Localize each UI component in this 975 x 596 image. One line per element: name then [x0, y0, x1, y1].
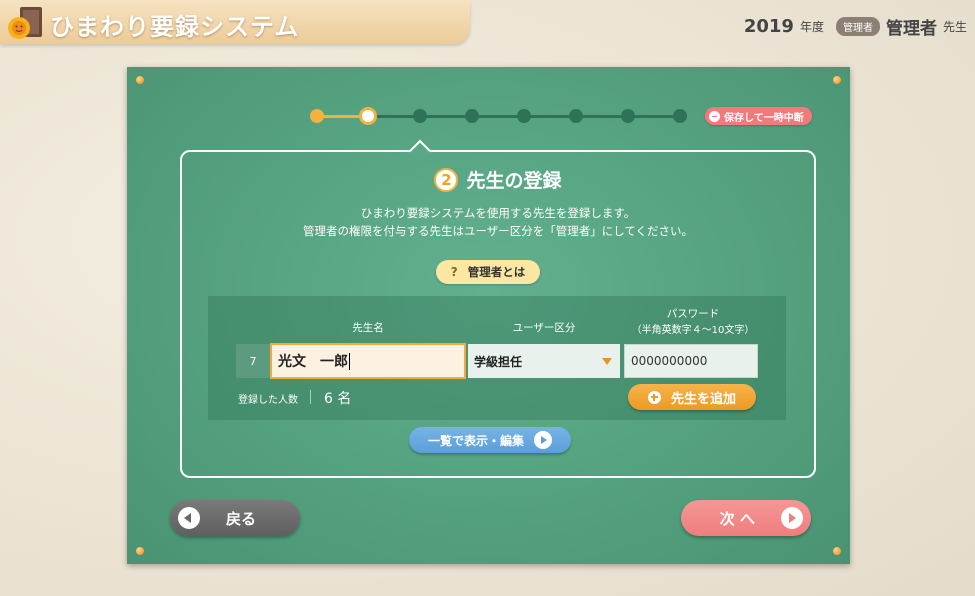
save-and-pause-button[interactable]: 保存して一時中断 — [705, 107, 812, 125]
add-teacher-label: 先生を追加 — [670, 391, 736, 407]
password-input[interactable]: 0000000000 — [624, 344, 758, 378]
step-title-text: 先生の登録 — [466, 170, 562, 192]
user-type-value: 学級担任 — [474, 354, 523, 369]
next-label: 次 へ — [719, 509, 755, 528]
password-value: 0000000000 — [631, 354, 708, 368]
col-label-user-type: ユーザー区分 — [512, 322, 576, 334]
role-badge: 管理者 — [835, 17, 880, 36]
step-title: 2 先生の登録 — [182, 166, 814, 193]
user-suffix: 先生 — [942, 20, 967, 34]
step-dot-1 — [310, 109, 324, 123]
add-teacher-button[interactable]: 先生を追加 — [628, 384, 756, 410]
step-dot-7 — [621, 109, 635, 123]
teacher-name-value: 光文 一郎 — [278, 354, 348, 370]
pin-icon — [136, 76, 144, 84]
text-caret — [349, 352, 350, 370]
step-description: ひまわり要録システムを使用する先生を登録します。 管理者の権限を付与する先生はユ… — [182, 204, 814, 240]
minus-circle-icon — [709, 110, 720, 122]
save-and-pause-label: 保存して一時中断 — [724, 112, 804, 124]
col-label-name: 先生名 — [352, 322, 384, 334]
back-button[interactable]: 戻る — [170, 500, 300, 536]
app-title: ひまわり要録システム — [50, 13, 300, 41]
description-line-1: ひまわり要録システムを使用する先生を登録します。 — [360, 206, 636, 220]
arrow-left-circle-icon — [178, 507, 200, 529]
row-number: 7 — [236, 344, 270, 378]
plus-circle-icon — [647, 390, 661, 404]
user-type-select[interactable]: 学級担任 — [468, 344, 620, 378]
description-line-2: 管理者の権限を付与する先生はユーザー区分を「管理者」にしてください。 — [302, 224, 694, 238]
fiscal-year-unit: 年度 — [799, 20, 824, 34]
arrow-right-circle-icon — [534, 431, 552, 449]
step-dot-2-current — [359, 107, 377, 125]
teacher-form: 先生名 ユーザー区分 パスワード （半角英数字４～10文字） 7 光文 一郎 学… — [208, 296, 786, 420]
list-view-edit-button[interactable]: 一覧で表示・編集 — [409, 427, 571, 453]
chevron-down-icon — [602, 358, 612, 365]
arrow-right-circle-icon — [781, 507, 803, 529]
pin-icon — [833, 76, 841, 84]
step-dot-6 — [569, 109, 583, 123]
header-tab: ひまわり要録システム — [0, 0, 470, 44]
teacher-name-input[interactable]: 光文 一郎 — [270, 343, 466, 379]
registered-count-label: 登録した人数 — [238, 395, 298, 406]
col-label-password: パスワード — [666, 308, 720, 320]
panel-notch — [408, 139, 432, 163]
step-dot-4 — [465, 109, 479, 123]
step-dot-3 — [413, 109, 427, 123]
sunflower-book-icon — [8, 7, 42, 39]
step-number-badge: 2 — [434, 167, 459, 192]
admin-help-button[interactable]: ? 管理者とは — [436, 260, 540, 284]
next-button[interactable]: 次 へ — [681, 500, 811, 536]
col-label-password-hint: （半角英数字４～10文字） — [631, 325, 755, 336]
registered-count-value: 6 名 — [324, 391, 352, 407]
question-icon: ? — [450, 265, 458, 279]
back-label: 戻る — [226, 509, 257, 528]
admin-help-label: 管理者とは — [467, 265, 526, 279]
header-user-info: 2019 年度 管理者 管理者 先生 — [744, 14, 967, 39]
step-dot-5 — [517, 109, 531, 123]
chalkboard: 保存して一時中断 2 先生の登録 ひまわり要録システムを使用する先生を登録します… — [127, 67, 850, 564]
user-name: 管理者 — [885, 19, 937, 39]
count-divider — [310, 390, 311, 404]
pin-icon — [136, 547, 144, 555]
pin-icon — [833, 547, 841, 555]
fiscal-year: 2019 — [743, 16, 794, 37]
list-view-edit-label: 一覧で表示・編集 — [427, 433, 524, 448]
step-panel: 2 先生の登録 ひまわり要録システムを使用する先生を登録します。 管理者の権限を… — [180, 139, 816, 478]
step-dot-8 — [673, 109, 687, 123]
